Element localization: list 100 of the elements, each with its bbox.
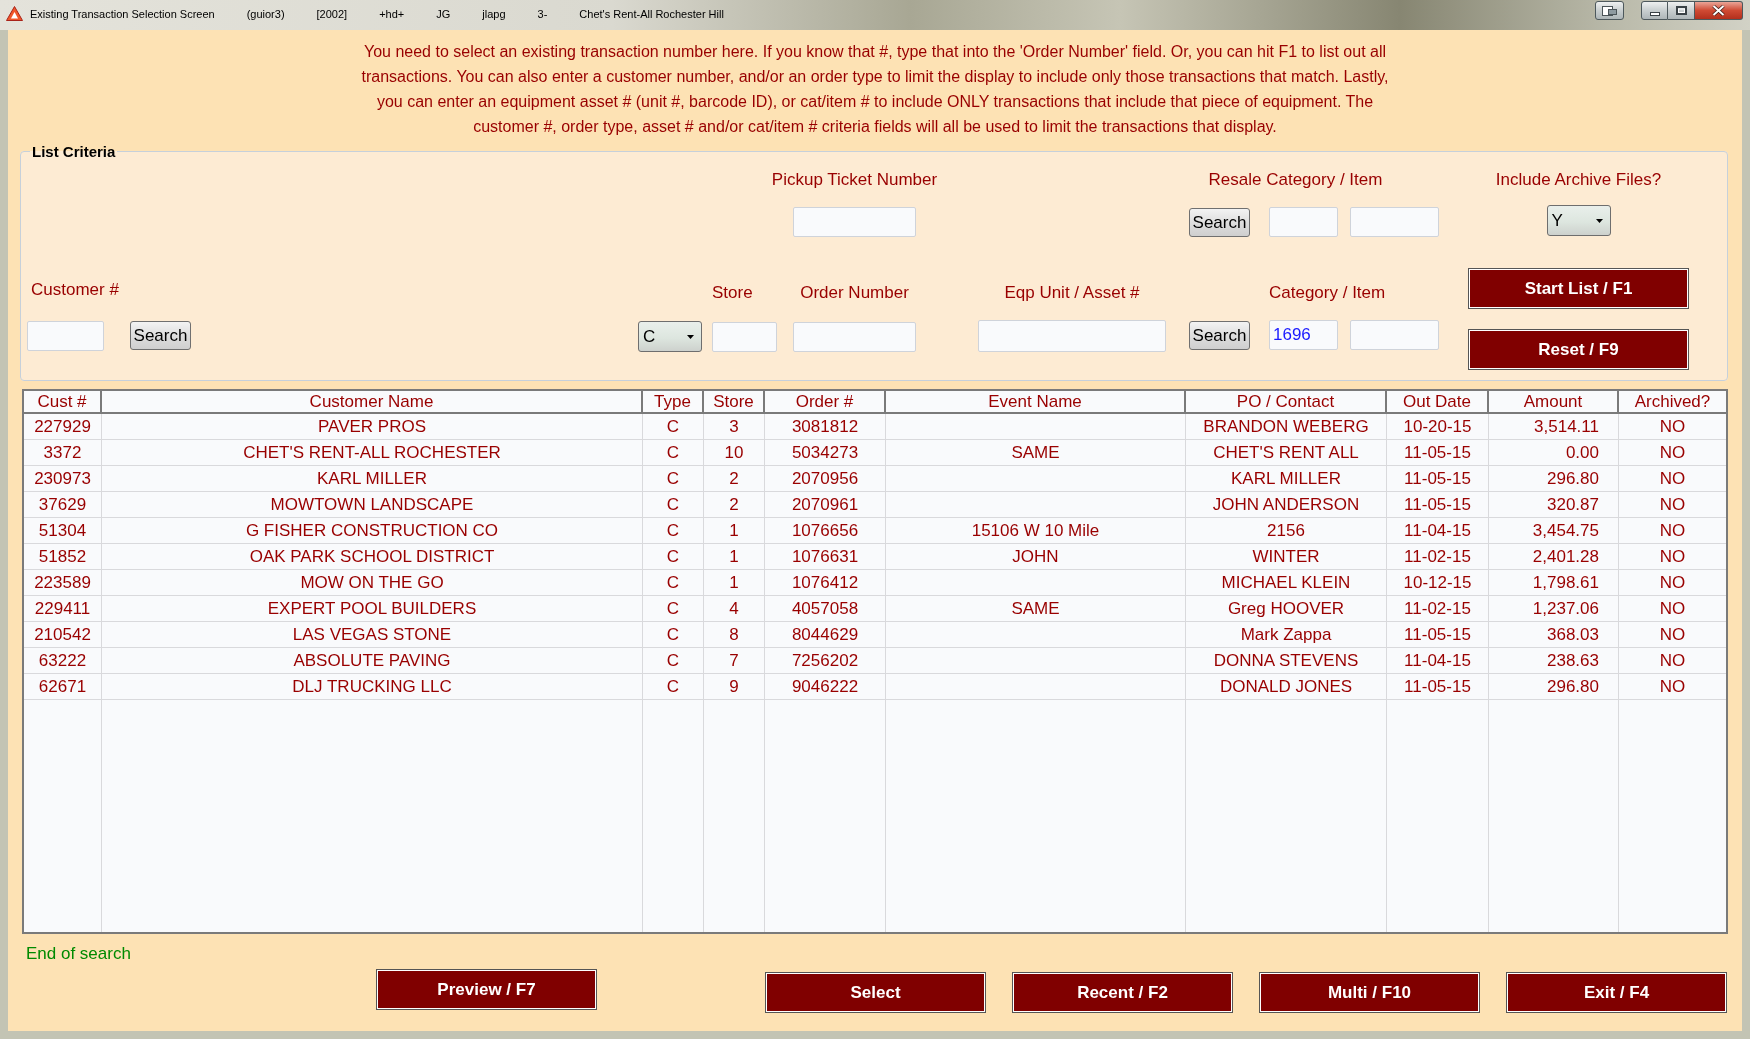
search-button[interactable]: Search <box>1189 208 1250 237</box>
minimize-button[interactable] <box>1641 1 1668 20</box>
table-cell: 5034273 <box>791 443 859 462</box>
table-cell: 9 <box>729 677 739 696</box>
table-cell: C <box>666 547 680 566</box>
table-cell: SAME <box>1011 599 1060 618</box>
column-header[interactable]: PO / Contact <box>1186 391 1387 414</box>
table-cell: DLJ TRUCKING LLC <box>292 677 452 696</box>
recent-button[interactable]: Recent / F2 <box>1012 972 1233 1013</box>
table-cell: 1 <box>729 573 739 592</box>
search-button[interactable]: Search <box>1189 321 1250 350</box>
multi-button[interactable]: Multi / F10 <box>1259 972 1480 1013</box>
table-cell: 1,237.06 <box>1532 599 1599 618</box>
table-cell: 2 <box>729 495 739 514</box>
table-cell: 11-04-15 <box>1404 521 1471 540</box>
column-header[interactable]: Order # <box>765 391 886 414</box>
archive-dropdown[interactable]: Y <box>1546 205 1611 236</box>
table-cell: NO <box>1659 625 1686 644</box>
title-info-text: jlapg <box>482 7 506 21</box>
field-label: Store <box>712 282 753 304</box>
table-cell: 2070961 <box>791 495 859 514</box>
select-button[interactable]: Select <box>765 972 986 1013</box>
column-header[interactable]: Event Name <box>886 391 1186 414</box>
input-field[interactable] <box>27 321 104 351</box>
table-cell: NO <box>1659 443 1686 462</box>
window-switch-button[interactable] <box>1595 1 1624 20</box>
table-cell: 10-20-15 <box>1403 417 1472 436</box>
input-field[interactable] <box>1269 207 1338 237</box>
preview-button[interactable]: Preview / F7 <box>376 969 597 1010</box>
table-cell: 8 <box>729 625 739 644</box>
table-cell: BRANDON WEBERG <box>1203 417 1369 436</box>
table-cell: OAK PARK SCHOOL DISTRICT <box>249 547 495 566</box>
table-cell: 320.87 <box>1547 495 1599 514</box>
table-cell: 3,454.75 <box>1532 521 1599 540</box>
table-cell: 62671 <box>38 677 87 696</box>
table-cell: C <box>666 521 680 540</box>
table-cell: 4 <box>729 599 739 618</box>
table-cell: 15106 W 10 Mile <box>971 521 1100 540</box>
table-cell: 2 <box>729 469 739 488</box>
table-cell: 10-12-15 <box>1403 573 1472 592</box>
column-header[interactable]: Store <box>704 391 765 414</box>
table-cell: 1076656 <box>791 521 859 540</box>
column-header[interactable]: Type <box>643 391 704 414</box>
window-title: Existing Transaction Selection Screen <box>30 7 215 21</box>
table-cell: 9046222 <box>791 677 859 696</box>
column-header[interactable]: Out Date <box>1387 391 1489 414</box>
table-cell: KARL MILLER <box>1231 469 1341 488</box>
table-cell: NO <box>1659 651 1686 670</box>
table-cell: 2156 <box>1267 521 1305 540</box>
search-button[interactable]: Search <box>130 321 191 350</box>
field-label: Customer # <box>31 279 119 301</box>
input-field[interactable]: 1696 <box>1269 320 1338 350</box>
status-text: End of search <box>26 944 131 964</box>
table-cell: 2070956 <box>791 469 859 488</box>
maximize-button[interactable] <box>1668 1 1695 20</box>
input-field[interactable] <box>793 322 916 352</box>
table-cell: 1 <box>729 521 739 540</box>
table-cell: 11-05-15 <box>1404 495 1471 514</box>
table-cell: 229411 <box>34 599 91 618</box>
table-cell: NO <box>1659 599 1686 618</box>
column-header[interactable]: Cust # <box>24 391 102 414</box>
input-field[interactable] <box>712 322 777 352</box>
exit-button[interactable]: Exit / F4 <box>1506 972 1727 1013</box>
table-cell: C <box>666 651 680 670</box>
table-cell: 368.03 <box>1547 625 1599 644</box>
start-list-button[interactable]: Start List / F1 <box>1468 268 1689 309</box>
table-cell: KARL MILLER <box>317 469 427 488</box>
table-cell: C <box>666 469 680 488</box>
table-cell: NO <box>1659 521 1686 540</box>
table-cell: 10 <box>724 443 744 462</box>
field-label: Order Number <box>800 282 909 304</box>
order-type-dropdown[interactable]: C <box>638 321 702 352</box>
table-cell: G FISHER CONSTRUCTION CO <box>245 521 499 540</box>
input-field[interactable] <box>978 320 1166 352</box>
input-field[interactable] <box>1350 207 1439 237</box>
input-field[interactable] <box>793 207 916 237</box>
table-cell: 11-02-15 <box>1404 547 1471 566</box>
table-cell: 1076631 <box>791 547 859 566</box>
column-header[interactable]: Customer Name <box>102 391 643 414</box>
column-header[interactable]: Amount <box>1489 391 1619 414</box>
table-cell: 238.63 <box>1547 651 1599 670</box>
table-cell: WINTER <box>1252 547 1320 566</box>
table-cell: 11-05-15 <box>1404 677 1471 696</box>
table-cell: 11-05-15 <box>1404 625 1471 644</box>
table-cell: NO <box>1659 547 1686 566</box>
table-cell: C <box>666 599 680 618</box>
table-cell: CHET'S RENT-ALL ROCHESTER <box>243 443 501 462</box>
reset-button[interactable]: Reset / F9 <box>1468 329 1689 370</box>
table-cell: 296.80 <box>1547 677 1599 696</box>
title-info-text: [2002] <box>316 7 348 21</box>
table-cell: 63222 <box>38 651 87 670</box>
title-info-text: 3- <box>537 7 548 21</box>
table-cell: C <box>666 677 680 696</box>
table-cell: 3,514.11 <box>1534 417 1599 436</box>
close-button[interactable] <box>1695 1 1743 20</box>
table-cell: DONALD JONES <box>1219 677 1353 696</box>
table-cell: C <box>666 495 680 514</box>
table-cell: 3 <box>729 417 739 436</box>
input-field[interactable] <box>1350 320 1439 350</box>
table-cell: 3081812 <box>791 417 859 436</box>
